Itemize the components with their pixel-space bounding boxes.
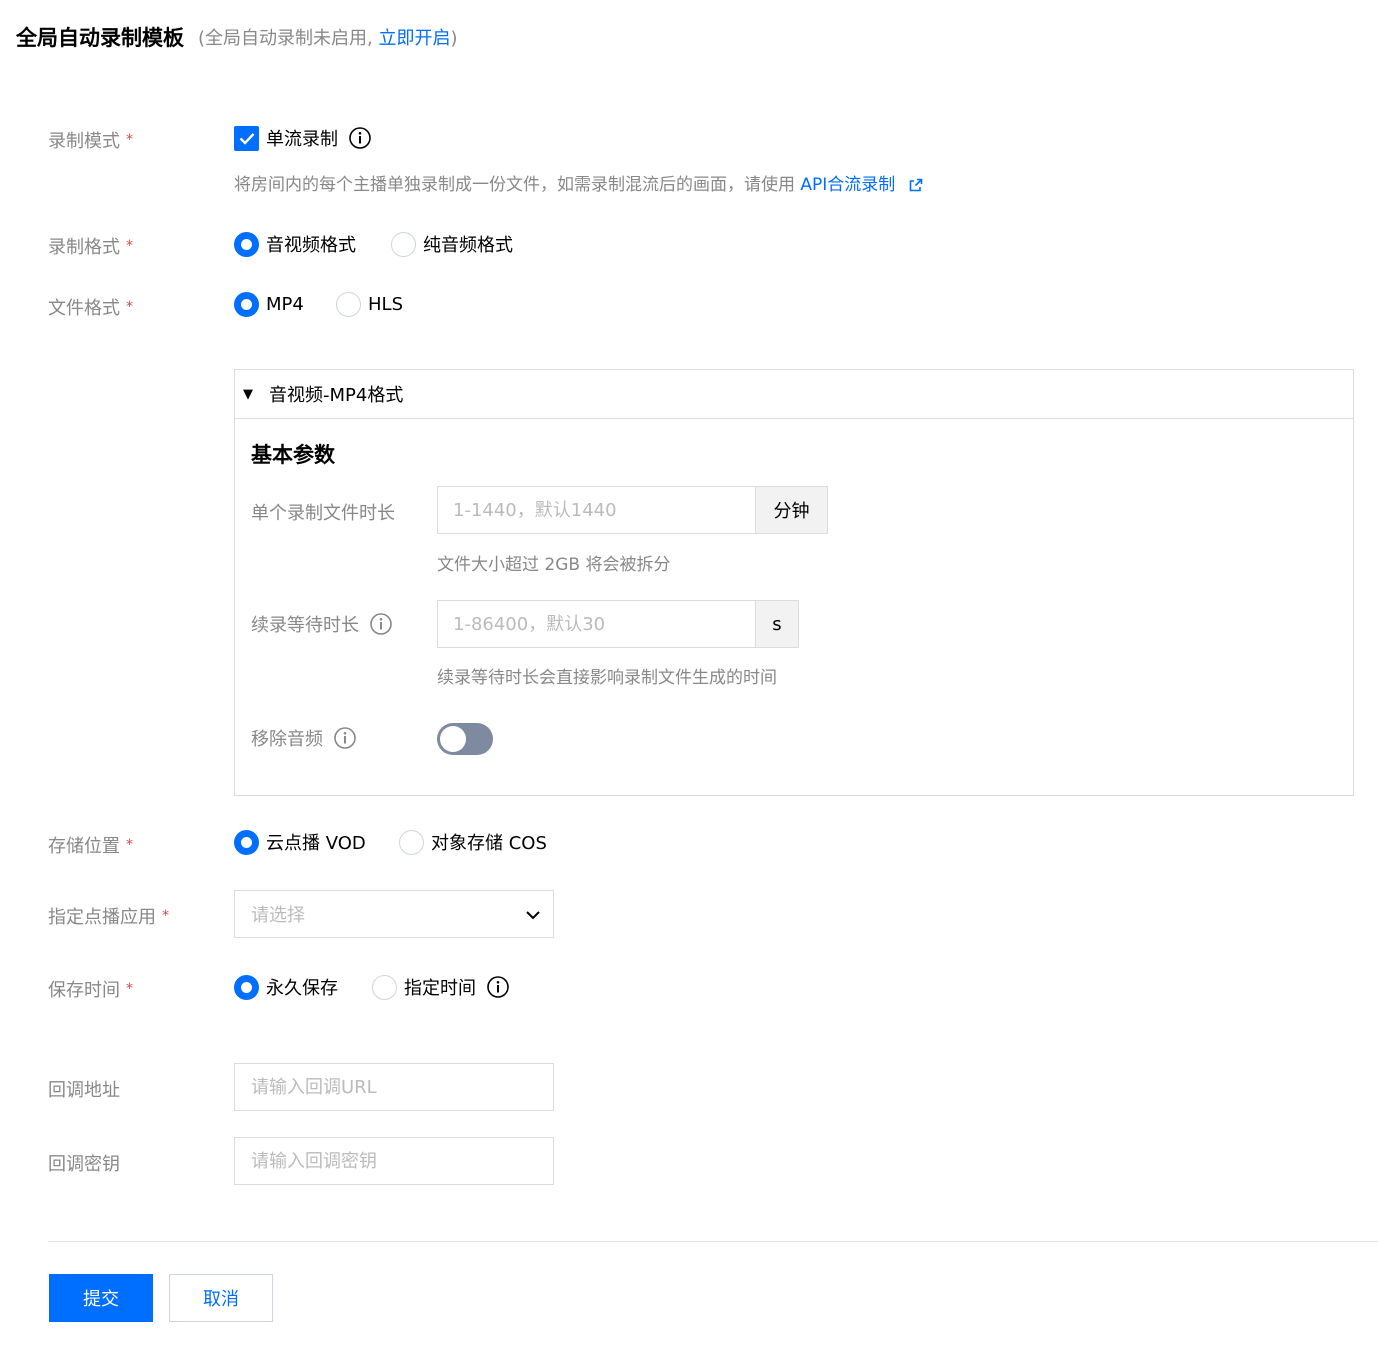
record-mode-label-text: 录制模式 xyxy=(48,131,120,152)
callback-key-input[interactable] xyxy=(234,1137,554,1185)
radio-vod-label: 云点播 VOD xyxy=(266,833,366,854)
radio-cos-label: 对象存储 COS xyxy=(431,833,547,854)
chevron-down-icon xyxy=(525,905,541,924)
caret-down-icon: ▼ xyxy=(243,386,253,402)
radio-av-format-label: 音视频格式 xyxy=(266,235,356,256)
required-mark: * xyxy=(126,132,133,148)
vod-app-label: 指定点播应用 * xyxy=(48,903,169,929)
file-duration-group: 分钟 xyxy=(437,486,828,534)
radio-audio-only-format[interactable]: 纯音频格式 xyxy=(391,231,513,257)
vod-app-placeholder: 请选择 xyxy=(251,905,305,926)
file-format-label-text: 文件格式 xyxy=(48,298,120,319)
info-icon[interactable] xyxy=(348,126,372,150)
single-stream-label: 单流录制 xyxy=(266,129,338,150)
remove-audio-label: 移除音频 xyxy=(251,725,357,751)
wait-duration-input[interactable] xyxy=(437,600,755,648)
radio-specified-time-label: 指定时间 xyxy=(404,978,476,999)
submit-button[interactable]: 提交 xyxy=(49,1274,153,1322)
info-icon[interactable] xyxy=(333,726,357,750)
required-mark: * xyxy=(126,981,133,997)
enable-now-link[interactable]: 立即开启 xyxy=(378,28,450,49)
radio-hls[interactable]: HLS xyxy=(336,292,403,317)
required-mark: * xyxy=(126,837,133,853)
radio-vod[interactable]: 云点播 VOD xyxy=(234,829,366,855)
footer-divider xyxy=(48,1241,1378,1242)
external-link-icon[interactable] xyxy=(909,177,923,197)
toggle-knob xyxy=(440,726,466,752)
radio-unselected-icon xyxy=(399,829,424,855)
record-format-label: 录制格式 * xyxy=(48,233,133,259)
wait-duration-group: s xyxy=(437,600,799,648)
file-duration-hint: 文件大小超过 2GB 将会被拆分 xyxy=(437,555,671,575)
status-suffix: ) xyxy=(450,28,458,49)
radio-specified-time[interactable]: 指定时间 xyxy=(372,974,510,1000)
required-mark: * xyxy=(126,299,133,315)
page-title: 全局自动录制模板 xyxy=(16,26,184,50)
radio-av-format[interactable]: 音视频格式 xyxy=(234,231,356,257)
status-note: (全局自动录制未启用, 立即开启) xyxy=(198,24,458,50)
wait-duration-unit: s xyxy=(755,600,799,648)
single-stream-checkbox[interactable]: 单流录制 xyxy=(234,125,372,151)
callback-url-input[interactable] xyxy=(234,1063,554,1111)
radio-selected-icon xyxy=(234,974,259,1000)
checkbox-checked-icon xyxy=(234,125,259,151)
radio-mp4[interactable]: MP4 xyxy=(234,292,304,317)
info-icon[interactable] xyxy=(486,975,510,999)
radio-unselected-icon xyxy=(336,292,361,317)
required-mark: * xyxy=(162,908,169,924)
record-mode-label: 录制模式 * xyxy=(48,127,133,153)
radio-cos[interactable]: 对象存储 COS xyxy=(399,829,547,855)
av-mp4-settings-panel: ▼ 音视频-MP4格式 基本参数 单个录制文件时长 分钟 文件大小超过 2GB … xyxy=(234,369,1354,796)
status-prefix: (全局自动录制未启用, xyxy=(198,28,379,49)
radio-audio-only-label: 纯音频格式 xyxy=(423,235,513,256)
required-mark: * xyxy=(126,238,133,254)
radio-permanent[interactable]: 永久保存 xyxy=(234,974,338,1000)
radio-unselected-icon xyxy=(391,231,416,257)
record-format-label-text: 录制格式 xyxy=(48,237,120,258)
remove-audio-toggle[interactable] xyxy=(437,723,493,755)
storage-label-text: 存储位置 xyxy=(48,836,120,857)
info-icon[interactable] xyxy=(369,612,393,636)
wait-duration-label: 续录等待时长 xyxy=(251,611,393,637)
remove-audio-label-text: 移除音频 xyxy=(251,729,323,750)
radio-hls-label: HLS xyxy=(368,294,403,315)
record-mode-hint: 将房间内的每个主播单独录制成一份文件，如需录制混流后的画面，请使用 API合流录… xyxy=(234,170,923,197)
file-format-label: 文件格式 * xyxy=(48,294,133,320)
panel-title: 音视频-MP4格式 xyxy=(269,385,404,406)
vod-app-label-text: 指定点播应用 xyxy=(48,907,156,928)
page-header: 全局自动录制模板 (全局自动录制未启用, 立即开启) xyxy=(16,22,458,52)
wait-duration-hint: 续录等待时长会直接影响录制文件生成的时间 xyxy=(437,668,777,688)
radio-unselected-icon xyxy=(372,974,397,1000)
radio-selected-icon xyxy=(234,292,259,317)
callback-url-label: 回调地址 xyxy=(48,1080,120,1101)
panel-header-toggle[interactable]: ▼ 音视频-MP4格式 xyxy=(235,370,1353,419)
file-duration-input[interactable] xyxy=(437,486,755,534)
retention-label: 保存时间 * xyxy=(48,976,133,1002)
callback-key-label: 回调密钥 xyxy=(48,1154,120,1175)
cancel-button[interactable]: 取消 xyxy=(169,1274,273,1322)
wait-duration-label-text: 续录等待时长 xyxy=(251,615,359,636)
file-duration-label: 单个录制文件时长 xyxy=(251,503,395,524)
radio-selected-icon xyxy=(234,231,259,257)
record-mode-hint-text: 将房间内的每个主播单独录制成一份文件，如需录制混流后的画面，请使用 xyxy=(234,175,801,195)
section-title: 基本参数 xyxy=(251,443,335,467)
retention-label-text: 保存时间 xyxy=(48,980,120,1001)
radio-permanent-label: 永久保存 xyxy=(266,978,338,999)
api-mix-record-link[interactable]: API合流录制 xyxy=(800,175,895,195)
vod-app-select[interactable]: 请选择 xyxy=(234,890,554,938)
radio-mp4-label: MP4 xyxy=(266,294,304,315)
file-duration-unit: 分钟 xyxy=(755,486,828,534)
radio-selected-icon xyxy=(234,829,259,855)
storage-label: 存储位置 * xyxy=(48,832,133,858)
